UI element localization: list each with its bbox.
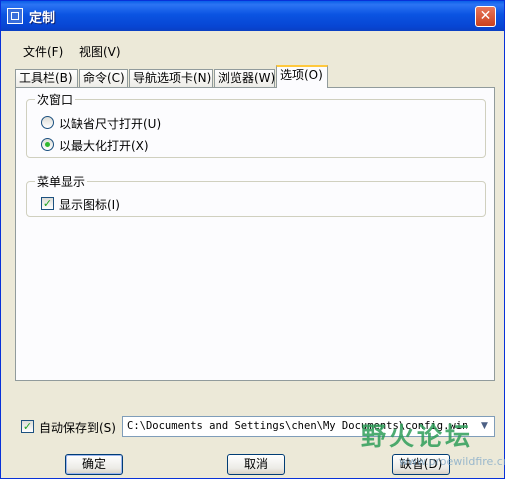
radio-default-size-label: 以缺省尺寸打开(U)	[59, 117, 162, 131]
radio-maximized-indicator[interactable]	[41, 138, 54, 151]
autosave-path-value: C:\Documents and Settings\chen\My Docume…	[127, 420, 467, 432]
tab-commands[interactable]: 命令(C)	[79, 69, 128, 88]
tab-navigator[interactable]: 导航选项卡(N)	[129, 69, 213, 88]
chevron-down-icon[interactable]: ▼	[477, 419, 492, 434]
group-subwindow: 次窗口 以缺省尺寸打开(U) 以最大化打开(X)	[26, 91, 486, 158]
close-button[interactable]: ✕	[475, 6, 496, 27]
options-panel: 次窗口 以缺省尺寸打开(U) 以最大化打开(X) 菜单显示 ✓ 显示图标(I)	[15, 87, 495, 381]
default-button[interactable]: 缺省(D)	[392, 454, 450, 475]
ok-button[interactable]: 确定	[65, 454, 123, 475]
autosave-row: ✓ 自动保存到(S) C:\Documents and Settings\che…	[1, 413, 504, 437]
group-menu-display: 菜单显示 ✓ 显示图标(I)	[26, 173, 486, 217]
checkmark-icon[interactable]: ✓	[21, 420, 34, 433]
checkbox-show-icons-label: 显示图标(I)	[59, 198, 120, 212]
group-subwindow-legend: 次窗口	[35, 91, 76, 108]
close-icon: ✕	[479, 8, 492, 24]
menu-view[interactable]: 视图(V)	[79, 43, 121, 60]
menu-bar: 文件(F) 视图(V)	[1, 39, 504, 61]
autosave-label: 自动保存到(S)	[39, 421, 116, 435]
radio-default-size-indicator[interactable]	[41, 116, 54, 129]
tab-options[interactable]: 选项(O)	[276, 65, 328, 88]
tab-toolbars[interactable]: 工具栏(B)	[15, 69, 78, 88]
autosave-path-combo[interactable]: C:\Documents and Settings\chen\My Docume…	[122, 416, 495, 437]
radio-maximized-label: 以最大化打开(X)	[59, 139, 149, 153]
title-bar[interactable]: 定制 ✕	[1, 1, 504, 31]
customize-dialog: 定制 ✕ 文件(F) 视图(V) 工具栏(B) 命令(C) 导航选项卡(N) 浏…	[0, 0, 505, 479]
menu-file[interactable]: 文件(F)	[23, 43, 63, 60]
group-menu-display-legend: 菜单显示	[35, 173, 88, 190]
app-icon	[7, 8, 23, 24]
window-title: 定制	[29, 11, 56, 26]
checkmark-icon[interactable]: ✓	[41, 197, 54, 210]
cancel-button[interactable]: 取消	[227, 454, 285, 475]
tab-browser[interactable]: 浏览器(W)	[214, 69, 275, 88]
